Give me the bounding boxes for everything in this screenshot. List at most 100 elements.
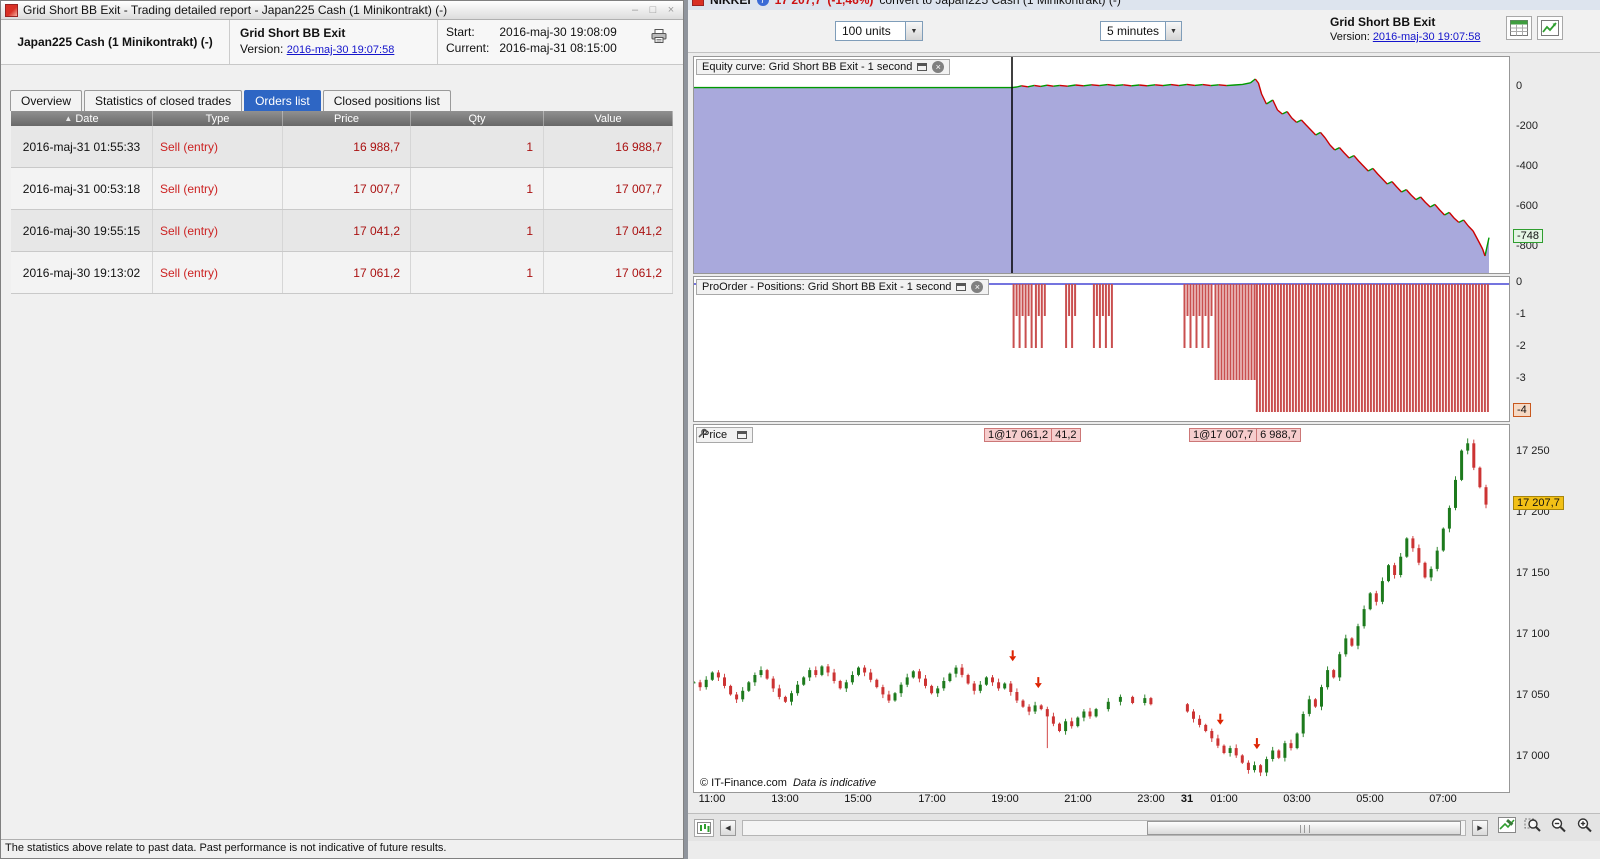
scrollbar-grip xyxy=(1300,824,1311,833)
window-titlebar[interactable]: Grid Short BB Exit - Trading detailed re… xyxy=(1,1,683,20)
column-header-price[interactable]: Price xyxy=(283,111,411,126)
order-entry-label-part: 1@17 007,7 xyxy=(1189,428,1258,442)
table-row[interactable]: 2016-maj-30 19:55:15 Sell (entry) 17 041,2… xyxy=(11,210,673,252)
table-cell: Sell (entry) xyxy=(153,210,283,251)
table-row[interactable]: 2016-maj-31 00:53:18 Sell (entry) 17 007,7… xyxy=(11,168,673,210)
zoom-out-icon xyxy=(1551,818,1566,833)
table-cell: Sell (entry) xyxy=(153,252,283,293)
start-label: Start: xyxy=(446,25,475,39)
close-button[interactable]: × xyxy=(663,4,679,16)
zoom-selection-button[interactable] xyxy=(1524,817,1542,838)
instrument-label: Japan225 Cash (1 Minikontrakt) (-) xyxy=(1,20,230,64)
table-cell: 2016-maj-30 19:55:15 xyxy=(11,210,153,251)
x-axis-label: 03:00 xyxy=(1283,793,1311,805)
tab-orders-list[interactable]: Orders list xyxy=(244,90,321,111)
table-cell: 17 007,7 xyxy=(544,168,673,209)
timeframe-dropdown[interactable]: 5 minutes ▼ xyxy=(1100,21,1182,41)
orders-table-header: ▲ Date Type Price Qty Value xyxy=(11,111,673,126)
table-row[interactable]: 2016-maj-31 01:55:33 Sell (entry) 16 988,7… xyxy=(11,126,673,168)
version-link[interactable]: 2016-maj-30 19:07:58 xyxy=(287,44,395,56)
table-cell: 2016-maj-30 19:13:02 xyxy=(11,252,153,293)
table-cell: 2016-maj-31 01:55:33 xyxy=(11,126,153,167)
version-link[interactable]: 2016-maj-30 19:07:58 xyxy=(1373,31,1481,43)
chevron-down-icon[interactable]: ▼ xyxy=(905,22,922,40)
chart-h-scrollbar[interactable] xyxy=(742,819,1466,836)
instrument-price: 17 207,7 xyxy=(774,0,822,7)
report-header: Japan225 Cash (1 Minikontrakt) (-) Grid … xyxy=(1,20,683,65)
maximize-button[interactable]: □ xyxy=(645,4,661,16)
sell-arrow-icon xyxy=(1034,677,1042,689)
chart-bottom-toolbar: ◀ ▶ xyxy=(688,813,1600,841)
popup-window-icon[interactable] xyxy=(956,283,967,291)
chart-edit-button[interactable] xyxy=(1498,817,1516,838)
x-axis-label: 21:00 xyxy=(1064,793,1092,805)
sell-arrow-icon xyxy=(1009,650,1017,662)
spreadsheet-icon xyxy=(1510,20,1528,36)
table-row[interactable]: 2016-maj-30 19:13:02 Sell (entry) 17 061,2… xyxy=(11,252,673,294)
current-value: 2016-maj-31 08:15:00 xyxy=(499,41,617,55)
positions-panel-header: ProOrder - Positions: Grid Short BB Exit… xyxy=(696,279,990,295)
popup-window-icon[interactable] xyxy=(737,431,748,439)
current-label: Current: xyxy=(446,41,490,55)
units-dropdown[interactable]: 100 units ▼ xyxy=(835,21,923,41)
column-header-type[interactable]: Type xyxy=(153,111,283,126)
equity-panel-header: Equity curve: Grid Short BB Exit - 1 sec… xyxy=(696,59,951,75)
minimize-button[interactable]: – xyxy=(627,4,643,16)
info-icon[interactable]: i xyxy=(756,0,769,6)
chevron-down-icon[interactable]: ▼ xyxy=(1165,22,1181,40)
tab-statistics[interactable]: Statistics of closed trades xyxy=(84,90,243,111)
x-axis-label: 11:00 xyxy=(698,793,726,805)
instrument-conversion-note: convert to Japan225 Cash (1 Minikontrakt… xyxy=(879,0,1121,7)
chart-workspace: NIKKEI i 17 207,7 (-1,46%) convert to Ja… xyxy=(688,0,1600,859)
scroll-left-button[interactable]: ◀ xyxy=(720,819,736,836)
instrument-name: NIKKEI xyxy=(710,0,751,7)
price-panel: Price © IT-Finance.com Data is indicative… xyxy=(693,424,1510,793)
table-cell: 1 xyxy=(411,252,544,293)
report-view-button[interactable] xyxy=(1506,16,1532,40)
y-axis-label: 17 250 xyxy=(1516,445,1550,457)
strategy-name: Grid Short BB Exit xyxy=(240,26,346,40)
report-footer-note: The statistics above relate to past data… xyxy=(1,839,683,858)
popup-window-icon[interactable] xyxy=(917,63,928,71)
instrument-change: (-1,46%) xyxy=(827,0,874,7)
close-panel-icon[interactable]: × xyxy=(971,281,984,293)
drawing-mode-button[interactable] xyxy=(694,818,714,837)
column-header-qty[interactable]: Qty xyxy=(411,111,544,126)
scrollbar-thumb[interactable] xyxy=(1147,820,1462,835)
watermark: © IT-Finance.com Data is indicative xyxy=(700,777,877,789)
equity-chart-svg xyxy=(694,57,1490,273)
order-entry-label-part: 41,2 xyxy=(1051,428,1081,442)
price-chart-svg xyxy=(694,438,1488,777)
order-entry-label: 1@17 061,2 41,2 xyxy=(984,428,1081,442)
close-panel-icon[interactable]: × xyxy=(932,61,945,73)
price-panel-header: Price xyxy=(696,427,754,443)
y-axis-label: 17 000 xyxy=(1516,750,1550,762)
trading-report-window: Grid Short BB Exit - Trading detailed re… xyxy=(0,0,684,859)
table-cell: 16 988,7 xyxy=(283,126,411,167)
y-axis-label: 0 xyxy=(1516,80,1523,92)
tab-closed-positions[interactable]: Closed positions list xyxy=(322,90,451,111)
table-cell: 17 061,2 xyxy=(544,252,673,293)
y-axis-label: 17 050 xyxy=(1516,689,1550,701)
table-cell: 2016-maj-31 00:53:18 xyxy=(11,168,153,209)
table-cell: 17 041,2 xyxy=(283,210,411,251)
x-axis-label: 05:00 xyxy=(1356,793,1384,805)
version-label: Version: xyxy=(1330,31,1370,43)
table-cell: 1 xyxy=(411,126,544,167)
column-header-value[interactable]: Value xyxy=(544,111,673,126)
column-header-date[interactable]: ▲ Date xyxy=(11,111,153,126)
chart-view-button[interactable] xyxy=(1537,16,1563,40)
timeframe-dropdown-value: 5 minutes xyxy=(1107,24,1160,38)
app-icon xyxy=(5,3,18,17)
table-cell: Sell (entry) xyxy=(153,168,283,209)
zoom-in-button[interactable] xyxy=(1576,817,1594,838)
position-bars xyxy=(1012,284,1489,412)
tab-overview[interactable]: Overview xyxy=(10,90,83,111)
scroll-right-button[interactable]: ▶ xyxy=(1472,819,1488,836)
x-axis-label: 07:00 xyxy=(1429,793,1457,805)
zoom-out-button[interactable] xyxy=(1550,817,1568,838)
equity-panel-title: Equity curve: Grid Short BB Exit - 1 sec… xyxy=(702,61,913,73)
x-axis-label: 17:00 xyxy=(918,793,946,805)
orders-table: ▲ Date Type Price Qty Value 2016-maj-31 … xyxy=(11,111,673,294)
print-icon[interactable] xyxy=(651,29,667,46)
